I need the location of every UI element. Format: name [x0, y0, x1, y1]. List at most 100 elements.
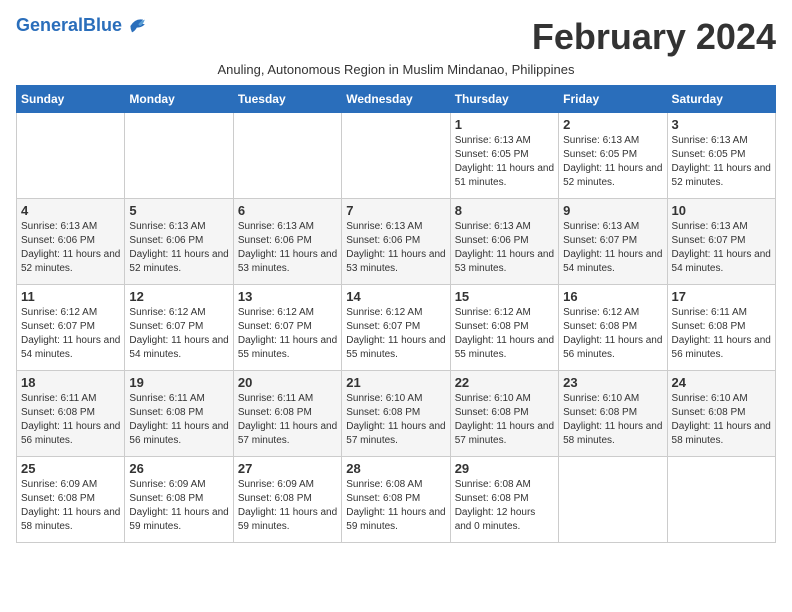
day-of-week-header: Monday [125, 86, 233, 113]
day-number: 23 [563, 375, 662, 390]
day-info: Sunrise: 6:09 AM Sunset: 6:08 PM Dayligh… [129, 478, 228, 534]
day-number: 3 [672, 117, 771, 132]
calendar-cell: 15 Sunrise: 6:12 AM Sunset: 6:08 PM Dayli… [450, 285, 558, 371]
day-number: 13 [238, 289, 337, 304]
calendar-cell: 22Sunrise: 6:10 AM Sunset: 6:08 PM Dayli… [450, 371, 558, 457]
calendar-cell: 5 Sunrise: 6:13 AM Sunset: 6:06 PM Daylig… [125, 199, 233, 285]
month-title: February 2024 [532, 16, 776, 58]
calendar-cell: 28Sunrise: 6:08 AM Sunset: 6:08 PM Dayli… [342, 457, 450, 543]
day-number: 21 [346, 375, 445, 390]
day-info: Sunrise: 6:10 AM Sunset: 6:08 PM Dayligh… [455, 392, 554, 448]
day-number: 4 [21, 203, 120, 218]
day-number: 1 [455, 117, 554, 132]
calendar-cell: 14 Sunrise: 6:12 AM Sunset: 6:07 PM Dayli… [342, 285, 450, 371]
calendar-cell: 27Sunrise: 6:09 AM Sunset: 6:08 PM Dayli… [233, 457, 341, 543]
day-number: 10 [672, 203, 771, 218]
header: GeneralBlue February 2024 [16, 16, 776, 58]
day-of-week-header: Friday [559, 86, 667, 113]
calendar-cell: 3 Sunrise: 6:13 AM Sunset: 6:05 PM Daylig… [667, 113, 775, 199]
day-number: 25 [21, 461, 120, 476]
day-info: Sunrise: 6:13 AM Sunset: 6:05 PM Dayligh… [563, 134, 662, 190]
day-info: Sunrise: 6:13 AM Sunset: 6:06 PM Dayligh… [455, 220, 554, 276]
day-number: 19 [129, 375, 228, 390]
day-number: 5 [129, 203, 228, 218]
calendar-cell: 9 Sunrise: 6:13 AM Sunset: 6:07 PM Daylig… [559, 199, 667, 285]
day-info: Sunrise: 6:11 AM Sunset: 6:08 PM Dayligh… [21, 392, 120, 448]
calendar-cell: 1 Sunrise: 6:13 AM Sunset: 6:05 PM Daylig… [450, 113, 558, 199]
day-number: 11 [21, 289, 120, 304]
calendar-cell: 2 Sunrise: 6:13 AM Sunset: 6:05 PM Daylig… [559, 113, 667, 199]
day-info: Sunrise: 6:12 AM Sunset: 6:07 PM Dayligh… [238, 306, 337, 362]
day-of-week-header: Saturday [667, 86, 775, 113]
calendar-body: 1 Sunrise: 6:13 AM Sunset: 6:05 PM Daylig… [17, 113, 776, 543]
day-info: Sunrise: 6:12 AM Sunset: 6:07 PM Dayligh… [129, 306, 228, 362]
day-number: 2 [563, 117, 662, 132]
calendar-cell: 13 Sunrise: 6:12 AM Sunset: 6:07 PM Dayli… [233, 285, 341, 371]
calendar-cell: 26 Sunrise: 6:09 AM Sunset: 6:08 PM Dayli… [125, 457, 233, 543]
day-number: 28 [346, 461, 445, 476]
day-of-week-header: Sunday [17, 86, 125, 113]
calendar-cell: 24 Sunrise: 6:10 AM Sunset: 6:08 PM Dayli… [667, 371, 775, 457]
day-number: 15 [455, 289, 554, 304]
calendar-cell: 6Sunrise: 6:13 AM Sunset: 6:06 PM Daylig… [233, 199, 341, 285]
day-info: Sunrise: 6:13 AM Sunset: 6:07 PM Dayligh… [563, 220, 662, 276]
calendar-cell: 10 Sunrise: 6:13 AM Sunset: 6:07 PM Dayli… [667, 199, 775, 285]
day-number: 16 [563, 289, 662, 304]
logo-text: GeneralBlue [16, 16, 122, 36]
day-info: Sunrise: 6:13 AM Sunset: 6:07 PM Dayligh… [672, 220, 771, 276]
calendar-cell: 29 Sunrise: 6:08 AM Sunset: 6:08 PM Dayli… [450, 457, 558, 543]
day-number: 18 [21, 375, 120, 390]
day-info: Sunrise: 6:12 AM Sunset: 6:07 PM Dayligh… [346, 306, 445, 362]
calendar-cell: 8 Sunrise: 6:13 AM Sunset: 6:06 PM Daylig… [450, 199, 558, 285]
day-info: Sunrise: 6:13 AM Sunset: 6:06 PM Dayligh… [346, 220, 445, 276]
calendar-cell: 18 Sunrise: 6:11 AM Sunset: 6:08 PM Dayli… [17, 371, 125, 457]
calendar-cell: 20Sunrise: 6:11 AM Sunset: 6:08 PM Dayli… [233, 371, 341, 457]
calendar-cell [559, 457, 667, 543]
day-number: 24 [672, 375, 771, 390]
day-info: Sunrise: 6:12 AM Sunset: 6:08 PM Dayligh… [455, 306, 554, 362]
day-number: 26 [129, 461, 228, 476]
calendar-week-row: 1 Sunrise: 6:13 AM Sunset: 6:05 PM Daylig… [17, 113, 776, 199]
day-info: Sunrise: 6:12 AM Sunset: 6:07 PM Dayligh… [21, 306, 120, 362]
logo-bird-icon [124, 16, 148, 36]
calendar-cell: 17Sunrise: 6:11 AM Sunset: 6:08 PM Dayli… [667, 285, 775, 371]
day-info: Sunrise: 6:13 AM Sunset: 6:06 PM Dayligh… [238, 220, 337, 276]
day-of-week-header: Wednesday [342, 86, 450, 113]
calendar-cell: 16 Sunrise: 6:12 AM Sunset: 6:08 PM Dayli… [559, 285, 667, 371]
day-info: Sunrise: 6:11 AM Sunset: 6:08 PM Dayligh… [129, 392, 228, 448]
calendar-cell: 23 Sunrise: 6:10 AM Sunset: 6:08 PM Dayli… [559, 371, 667, 457]
day-number: 9 [563, 203, 662, 218]
calendar-cell: 7 Sunrise: 6:13 AM Sunset: 6:06 PM Daylig… [342, 199, 450, 285]
day-info: Sunrise: 6:08 AM Sunset: 6:08 PM Dayligh… [455, 478, 554, 534]
day-number: 14 [346, 289, 445, 304]
day-of-week-header: Thursday [450, 86, 558, 113]
calendar-cell [233, 113, 341, 199]
day-number: 29 [455, 461, 554, 476]
day-number: 27 [238, 461, 337, 476]
day-info: Sunrise: 6:11 AM Sunset: 6:08 PM Dayligh… [672, 306, 771, 362]
calendar-cell: 11 Sunrise: 6:12 AM Sunset: 6:07 PM Dayli… [17, 285, 125, 371]
calendar-cell [125, 113, 233, 199]
calendar-cell: 4 Sunrise: 6:13 AM Sunset: 6:06 PM Daylig… [17, 199, 125, 285]
calendar-cell: 21Sunrise: 6:10 AM Sunset: 6:08 PM Dayli… [342, 371, 450, 457]
day-info: Sunrise: 6:09 AM Sunset: 6:08 PM Dayligh… [21, 478, 120, 534]
day-info: Sunrise: 6:13 AM Sunset: 6:05 PM Dayligh… [672, 134, 771, 190]
calendar-cell [667, 457, 775, 543]
calendar-cell: 25 Sunrise: 6:09 AM Sunset: 6:08 PM Dayli… [17, 457, 125, 543]
calendar-cell [342, 113, 450, 199]
logo: GeneralBlue [16, 16, 148, 36]
day-info: Sunrise: 6:13 AM Sunset: 6:06 PM Dayligh… [129, 220, 228, 276]
day-info: Sunrise: 6:10 AM Sunset: 6:08 PM Dayligh… [672, 392, 771, 448]
day-number: 7 [346, 203, 445, 218]
day-info: Sunrise: 6:13 AM Sunset: 6:06 PM Dayligh… [21, 220, 120, 276]
calendar-week-row: 18 Sunrise: 6:11 AM Sunset: 6:08 PM Dayli… [17, 371, 776, 457]
day-info: Sunrise: 6:12 AM Sunset: 6:08 PM Dayligh… [563, 306, 662, 362]
day-number: 8 [455, 203, 554, 218]
day-info: Sunrise: 6:10 AM Sunset: 6:08 PM Dayligh… [563, 392, 662, 448]
calendar-week-row: 11 Sunrise: 6:12 AM Sunset: 6:07 PM Dayli… [17, 285, 776, 371]
day-info: Sunrise: 6:11 AM Sunset: 6:08 PM Dayligh… [238, 392, 337, 448]
day-info: Sunrise: 6:13 AM Sunset: 6:05 PM Dayligh… [455, 134, 554, 190]
calendar-cell [17, 113, 125, 199]
calendar-cell: 12Sunrise: 6:12 AM Sunset: 6:07 PM Dayli… [125, 285, 233, 371]
calendar-week-row: 25 Sunrise: 6:09 AM Sunset: 6:08 PM Dayli… [17, 457, 776, 543]
